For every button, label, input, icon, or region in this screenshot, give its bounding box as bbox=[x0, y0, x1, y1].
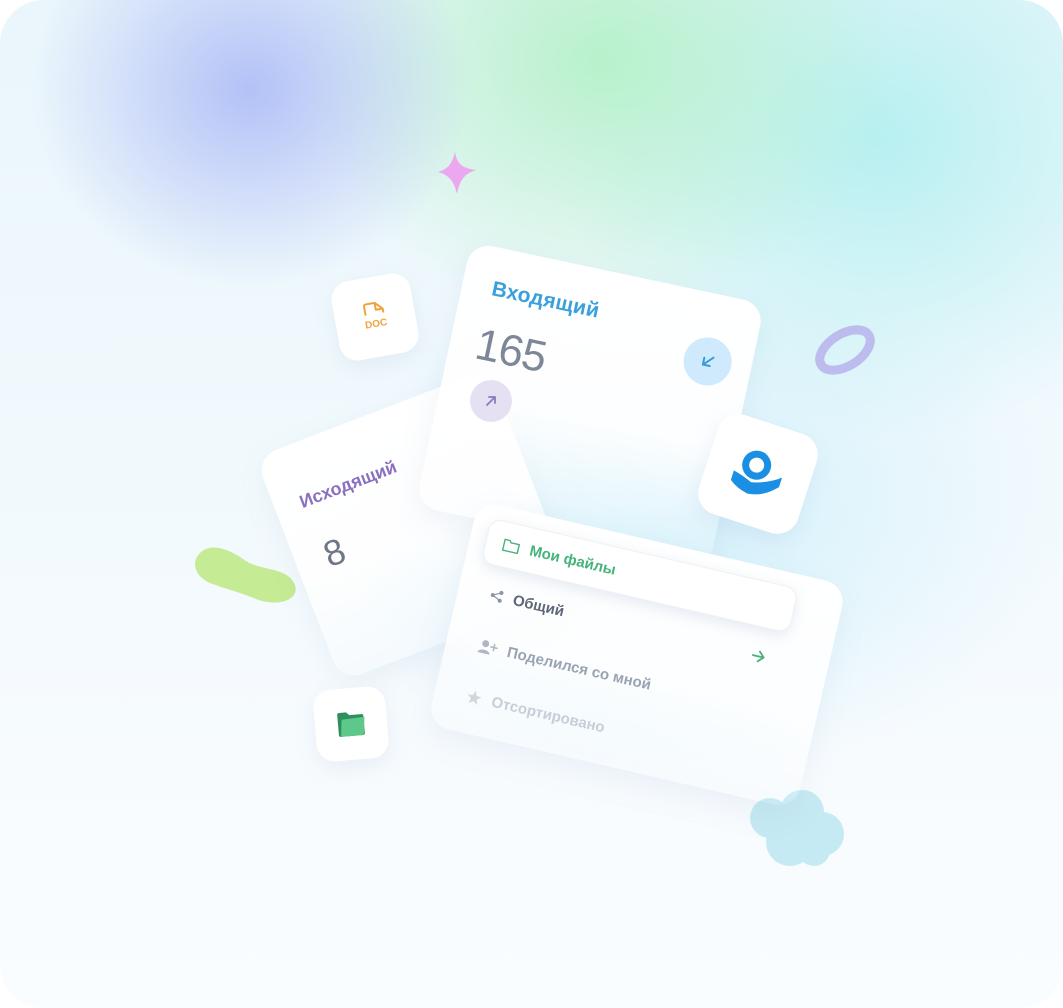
arrow-right-icon[interactable] bbox=[749, 648, 768, 665]
folder-icon bbox=[501, 538, 520, 555]
incoming-count: 165 bbox=[471, 319, 551, 383]
share-icon bbox=[490, 590, 504, 603]
sparkle-icon bbox=[438, 152, 476, 194]
arrow-down-left-icon bbox=[701, 356, 715, 368]
outgoing-title: Исходящий bbox=[296, 456, 400, 512]
star-icon bbox=[467, 690, 482, 705]
hero-illustration: Исходящий 8 Входящий 165 Мои файлы Общий… bbox=[0, 0, 1063, 1008]
ring-shape bbox=[815, 325, 875, 375]
doc-file-tile[interactable]: DOC bbox=[328, 270, 422, 364]
outgoing-arrow-button[interactable] bbox=[470, 380, 512, 422]
files-menu-card: Мои файлы Общий Поделился со мной Отсорт… bbox=[426, 500, 848, 810]
doc-label: DOC bbox=[364, 317, 388, 332]
doc-file-icon: DOC bbox=[363, 301, 388, 332]
incoming-arrow-button[interactable] bbox=[679, 333, 737, 390]
folder-tile[interactable] bbox=[311, 684, 391, 764]
green-folder-icon bbox=[337, 712, 365, 737]
blob-shape bbox=[195, 547, 296, 603]
outgoing-count: 8 bbox=[317, 529, 352, 575]
arrow-up-right-icon bbox=[486, 396, 496, 406]
user-add-icon bbox=[477, 640, 498, 655]
brand-logo-icon bbox=[730, 450, 783, 495]
incoming-title: Входящий bbox=[489, 277, 602, 323]
